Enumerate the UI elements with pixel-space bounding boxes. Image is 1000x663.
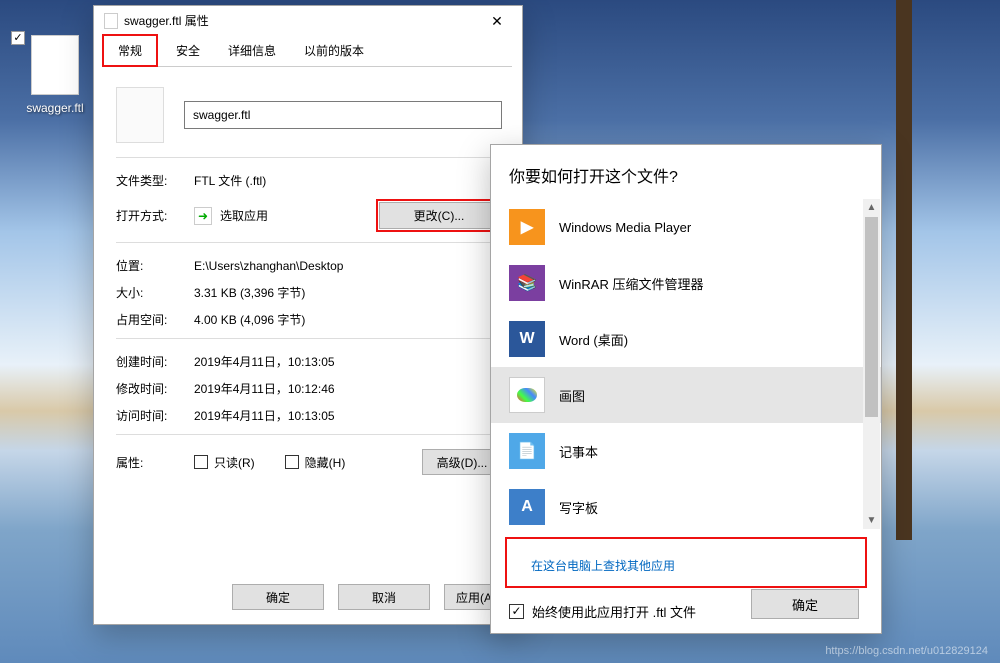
label-accessed: 访问时间: (116, 407, 194, 424)
file-icon (31, 35, 79, 95)
app-label: 画图 (559, 386, 585, 405)
label-openwith: 打开方式: (116, 207, 194, 224)
file-icon-large (116, 87, 164, 143)
ok-button[interactable]: 确定 (232, 584, 324, 610)
value-size: 3.31 KB (3,396 字节) (194, 284, 305, 301)
change-button[interactable]: 更改(C)... (379, 202, 499, 229)
app-label: 记事本 (559, 442, 598, 461)
tab-strip: 常规 安全 详细信息 以前的版本 (104, 36, 512, 67)
titlebar[interactable]: swagger.ftl 属性 ✕ (94, 6, 522, 36)
tab-general[interactable]: 常规 (102, 34, 158, 67)
app-notepad[interactable]: 📄 记事本 (491, 423, 881, 479)
value-sizeondisk: 4.00 KB (4,096 字节) (194, 311, 305, 328)
open-with-ok-button[interactable]: 确定 (751, 589, 859, 619)
background-mast (896, 0, 912, 540)
app-label: 写字板 (559, 498, 598, 517)
value-location: E:\Users\zhanghan\Desktop (194, 259, 343, 273)
tab-previous[interactable]: 以前的版本 (290, 36, 378, 66)
app-label: Word (桌面) (559, 330, 628, 349)
app-wmp[interactable]: ▶ Windows Media Player (491, 199, 881, 255)
label-location: 位置: (116, 257, 194, 274)
word-icon: W (509, 321, 545, 357)
value-created: 2019年4月11日，10:13:05 (194, 353, 335, 370)
checkbox-hidden[interactable]: 隐藏(H) (285, 454, 346, 471)
openwith-app-icon: ➜ (194, 207, 212, 225)
paint-icon (509, 377, 545, 413)
value-openwith: 选取应用 (220, 207, 268, 224)
checkbox-readonly[interactable]: 只读(R) (194, 454, 255, 471)
always-use-label: 始终使用此应用打开 .ftl 文件 (532, 602, 696, 621)
scroll-up-icon[interactable]: ▲ (863, 199, 880, 216)
label-sizeondisk: 占用空间: (116, 311, 194, 328)
desktop-file-icon[interactable]: ✓ swagger.ftl (15, 35, 95, 115)
label-size: 大小: (116, 284, 194, 301)
wmp-icon: ▶ (509, 209, 545, 245)
app-word[interactable]: W Word (桌面) (491, 311, 881, 367)
scroll-down-icon[interactable]: ▼ (863, 512, 880, 529)
scrollbar[interactable]: ▲ ▼ (863, 199, 880, 529)
label-modified: 修改时间: (116, 380, 194, 397)
readonly-label: 只读(R) (214, 454, 255, 471)
value-modified: 2019年4月11日，10:12:46 (194, 380, 335, 397)
desktop-file-label: swagger.ftl (15, 101, 95, 115)
tab-security[interactable]: 安全 (162, 36, 214, 66)
always-use-checkbox[interactable]: ✓ (509, 604, 524, 619)
highlight-more-apps: 在这台电脑上查找其他应用 (505, 537, 867, 588)
tab-details[interactable]: 详细信息 (214, 36, 290, 66)
label-created: 创建时间: (116, 353, 194, 370)
properties-dialog: swagger.ftl 属性 ✕ 常规 安全 详细信息 以前的版本 文件类型:F… (93, 5, 523, 625)
label-attributes: 属性: (116, 454, 194, 471)
app-winrar[interactable]: 📚 WinRAR 压缩文件管理器 (491, 255, 881, 311)
value-filetype: FTL 文件 (.ftl) (194, 172, 266, 189)
notepad-icon: 📄 (509, 433, 545, 469)
selection-check-icon: ✓ (11, 31, 25, 45)
highlight-change: 更改(C)... (376, 199, 502, 232)
app-label: WinRAR 压缩文件管理器 (559, 274, 703, 293)
cancel-button[interactable]: 取消 (338, 584, 430, 610)
wordpad-icon: A (509, 489, 545, 525)
title-file-icon (104, 13, 118, 29)
hidden-label: 隐藏(H) (305, 454, 346, 471)
app-paint[interactable]: 画图 (491, 367, 881, 423)
value-accessed: 2019年4月11日，10:13:05 (194, 407, 335, 424)
properties-content: 文件类型:FTL 文件 (.ftl) 打开方式: ➜ 选取应用 更改(C)...… (94, 67, 522, 495)
open-with-dialog: 你要如何打开这个文件? ▶ Windows Media Player 📚 WinRA… (490, 144, 882, 634)
window-title: swagger.ftl 属性 (124, 6, 209, 36)
label-filetype: 文件类型: (116, 172, 194, 189)
app-label: Windows Media Player (559, 220, 691, 235)
watermark: https://blog.csdn.net/u012829124 (825, 645, 988, 657)
app-wordpad[interactable]: A 写字板 (491, 479, 881, 529)
filename-input[interactable] (184, 101, 502, 129)
find-more-apps-link[interactable]: 在这台电脑上查找其他应用 (525, 553, 681, 578)
app-list[interactable]: ▶ Windows Media Player 📚 WinRAR 压缩文件管理器 WW… (491, 199, 881, 529)
close-button[interactable]: ✕ (482, 6, 512, 36)
open-with-heading: 你要如何打开这个文件? (491, 145, 881, 199)
scroll-thumb[interactable] (865, 217, 878, 417)
winrar-icon: 📚 (509, 265, 545, 301)
